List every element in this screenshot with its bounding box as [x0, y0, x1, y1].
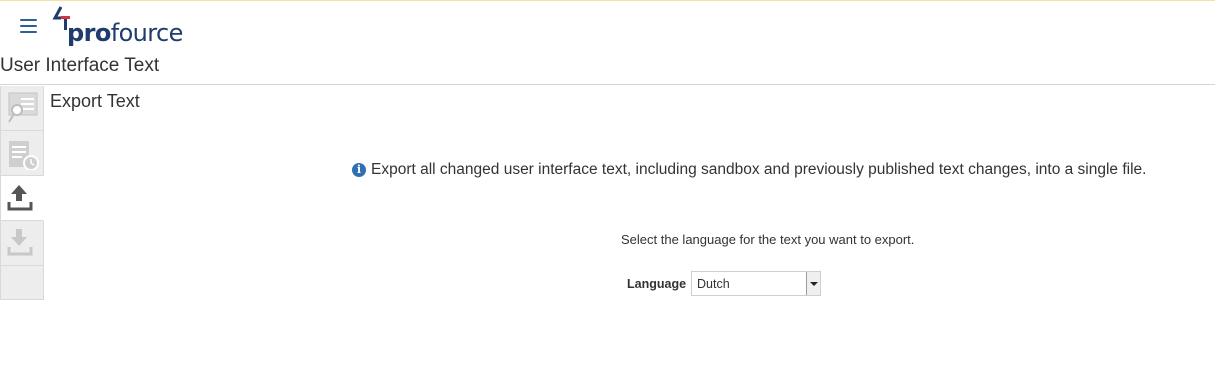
sidebar-item-import[interactable] — [0, 221, 44, 266]
language-select-value: Dutch — [697, 277, 730, 291]
download-import-icon — [7, 229, 33, 256]
upload-export-icon — [7, 185, 33, 211]
instruction-text: Select the language for the text you wan… — [621, 232, 915, 247]
sidebar-filler — [0, 266, 44, 300]
search-document-icon — [8, 92, 38, 123]
sidebar-item-export[interactable] — [0, 176, 44, 221]
sidebar — [0, 86, 44, 300]
language-select[interactable]: Dutch — [691, 271, 821, 296]
info-message: i Export all changed user interface text,… — [352, 160, 1146, 180]
info-icon: i — [352, 163, 366, 177]
logo-text: profource — [67, 19, 183, 47]
page-title: User Interface Text — [0, 55, 160, 76]
app-logo: profource — [52, 6, 183, 48]
sidebar-item-search[interactable] — [0, 86, 44, 131]
menu-icon[interactable] — [18, 16, 40, 36]
history-document-icon — [9, 141, 39, 170]
sidebar-item-history[interactable] — [0, 131, 44, 176]
language-label: Language — [627, 277, 687, 291]
language-dropdown-button[interactable] — [806, 272, 820, 295]
section-title: Export Text — [50, 91, 140, 111]
chevron-down-icon — [810, 282, 818, 286]
top-border — [0, 0, 1215, 1]
header-divider — [0, 84, 1215, 85]
info-text: Export all changed user interface text, … — [371, 161, 1147, 178]
